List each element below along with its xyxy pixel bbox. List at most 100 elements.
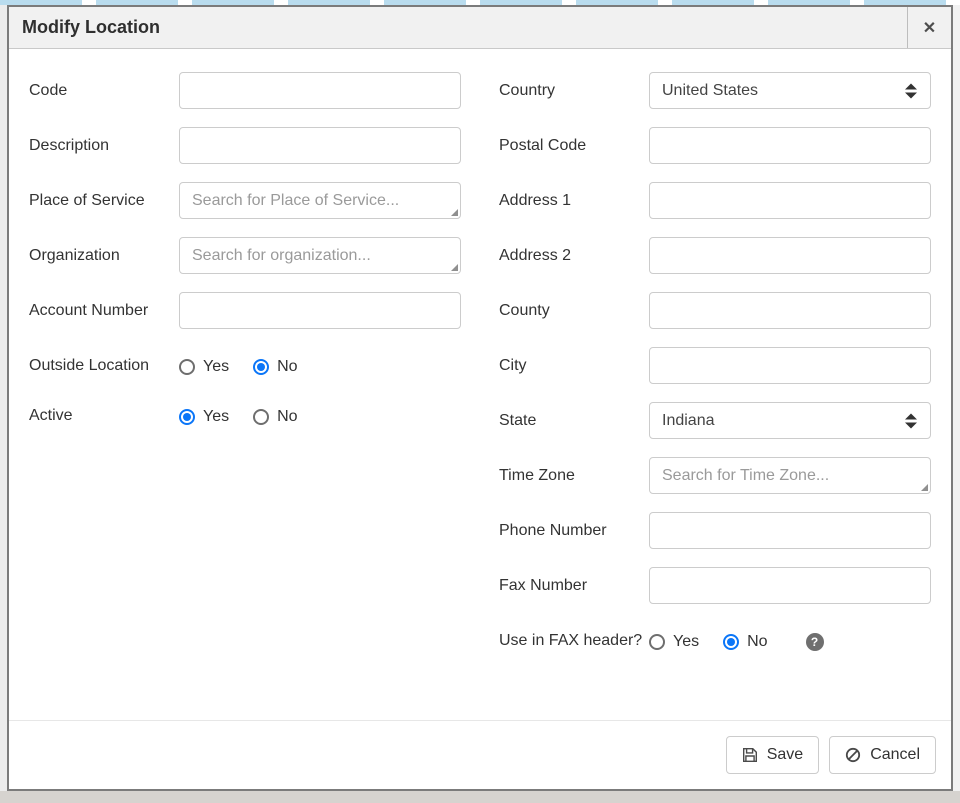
country-select[interactable]: United States [649,72,931,109]
address-2-input[interactable] [649,237,931,274]
cancel-button[interactable]: Cancel [829,736,936,774]
field-control-state: Indiana [649,402,931,439]
save-button[interactable]: Save [726,736,819,774]
outside-location-radio-group: Yes No [179,354,461,379]
postal-code-input[interactable] [649,127,931,164]
field-row-place-of-service: Place of ServiceSearch for Place of Serv… [29,182,461,219]
radio-option-label: Yes [203,408,229,426]
field-label-description: Description [29,127,179,158]
field-row-county: County [499,292,931,329]
field-control-postal-code [649,127,931,164]
outside-location-radio-no[interactable]: No [253,358,297,376]
dialog-header: Modify Location ✕ [9,7,951,49]
field-label-organization: Organization [29,237,179,268]
use-in-fax-header-radio-no[interactable]: No [723,633,767,651]
close-button[interactable]: ✕ [907,7,951,48]
field-row-description: Description [29,127,461,164]
cancel-button-label: Cancel [870,746,920,764]
field-label-address-2: Address 2 [499,237,649,268]
radio-icon [253,409,269,425]
field-row-address-1: Address 1 [499,182,931,219]
help-icon[interactable]: ? [806,633,824,651]
select-caret-icon [905,83,917,98]
save-icon [742,747,758,763]
field-label-outside-location: Outside Location [29,347,179,378]
account-number-input[interactable] [179,292,461,329]
state-selected-value: Indiana [662,412,715,430]
modify-location-dialog: Modify Location ✕ Code Description Place o… [7,5,953,791]
field-control-phone-number [649,512,931,549]
dialog-title: Modify Location [9,7,907,48]
outside-location-radio-yes[interactable]: Yes [179,358,229,376]
close-icon: ✕ [923,18,936,38]
use-in-fax-header-radio-yes[interactable]: Yes [649,633,699,651]
select-caret-icon [905,413,917,428]
phone-number-input[interactable] [649,512,931,549]
field-control-place-of-service: Search for Place of Service... [179,182,461,219]
field-label-county: County [499,292,649,323]
county-input[interactable] [649,292,931,329]
resize-grip-icon [451,264,458,271]
dialog-body: Code Description Place of ServiceSearch fo… [9,49,951,720]
field-label-state: State [499,402,649,433]
field-label-active: Active [29,397,179,428]
time-zone-combobox[interactable]: Search for Time Zone... [649,457,931,494]
field-row-state: State Indiana [499,402,931,439]
radio-icon [179,409,195,425]
radio-icon [649,634,665,650]
background-page-right-edge [953,5,960,791]
state-select[interactable]: Indiana [649,402,931,439]
code-input[interactable] [179,72,461,109]
dialog-footer: Save Cancel [9,720,951,789]
field-control-code [179,72,461,109]
place-of-service-placeholder: Search for Place of Service... [192,192,399,210]
field-control-address-1 [649,182,931,219]
radio-option-label: Yes [673,633,699,651]
description-input[interactable] [179,127,461,164]
city-input[interactable] [649,347,931,384]
form-column-left: Code Description Place of ServiceSearch fo… [29,72,461,672]
field-control-fax-number [649,567,931,604]
field-control-account-number [179,292,461,329]
organization-placeholder: Search for organization... [192,247,371,265]
field-control-active: Yes No [179,397,461,429]
field-control-outside-location: Yes No [179,347,461,379]
field-row-active: Active Yes No [29,397,461,429]
field-label-city: City [499,347,649,378]
background-page-bottom [0,791,960,803]
radio-icon [179,359,195,375]
active-radio-yes[interactable]: Yes [179,408,229,426]
field-row-fax-number: Fax Number [499,567,931,604]
fax-number-input[interactable] [649,567,931,604]
field-label-phone-number: Phone Number [499,512,649,543]
use-in-fax-header-radio-group: Yes No? [649,629,931,654]
field-row-time-zone: Time ZoneSearch for Time Zone... [499,457,931,494]
field-row-country: CountryUnited States [499,72,931,109]
field-control-country: United States [649,72,931,109]
field-label-use-in-fax-header: Use in FAX header? [499,622,649,653]
field-row-postal-code: Postal Code [499,127,931,164]
field-label-time-zone: Time Zone [499,457,649,488]
form-column-right: CountryUnited States Postal Code Address 1… [499,72,931,672]
cancel-icon [845,747,861,763]
field-control-description [179,127,461,164]
active-radio-no[interactable]: No [253,408,297,426]
field-row-organization: Organization Search for organization... [29,237,461,274]
field-label-postal-code: Postal Code [499,127,649,158]
resize-grip-icon [451,209,458,216]
organization-combobox[interactable]: Search for organization... [179,237,461,274]
active-radio-group: Yes No [179,404,461,429]
resize-grip-icon [921,484,928,491]
field-control-organization: Search for organization... [179,237,461,274]
field-row-phone-number: Phone Number [499,512,931,549]
field-control-use-in-fax-header: Yes No? [649,622,931,654]
place-of-service-combobox[interactable]: Search for Place of Service... [179,182,461,219]
address-1-input[interactable] [649,182,931,219]
field-row-account-number: Account Number [29,292,461,329]
field-row-outside-location: Outside LocationYes No [29,347,461,379]
field-label-code: Code [29,72,179,103]
radio-icon [723,634,739,650]
country-selected-value: United States [662,82,758,100]
radio-option-label: No [747,633,767,651]
field-row-code: Code [29,72,461,109]
